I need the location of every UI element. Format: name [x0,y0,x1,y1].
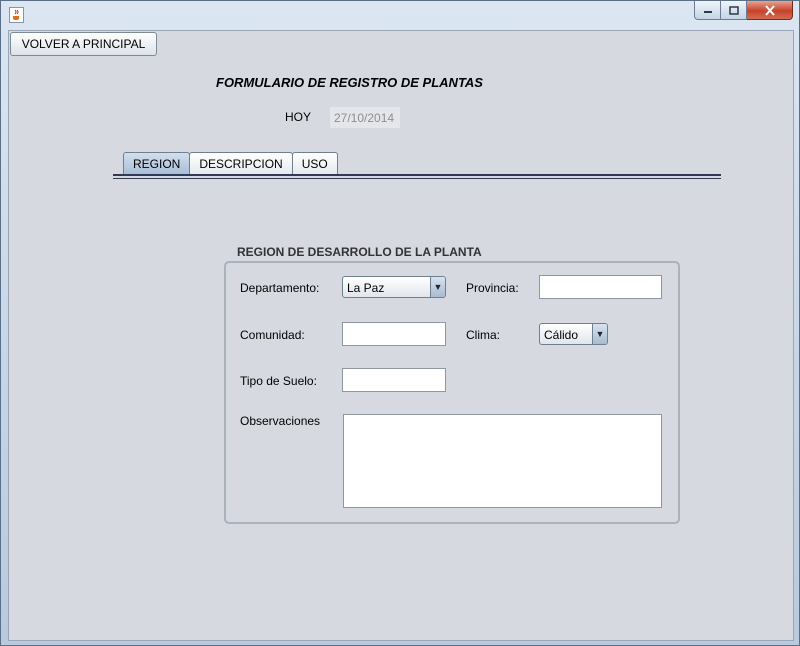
departamento-select[interactable]: La Paz ▼ [342,276,446,298]
observaciones-label: Observaciones [240,414,321,428]
minimize-icon [703,11,712,13]
back-to-main-button[interactable]: VOLVER A PRINCIPAL [10,32,157,56]
provincia-field[interactable] [539,275,662,299]
maximize-icon [728,5,739,15]
tipo-suelo-label: Tipo de Suelo: [240,374,317,388]
maximize-button[interactable] [721,1,747,20]
today-date-field: 27/10/2014 [330,107,400,128]
chevron-down-icon[interactable]: ▼ [592,324,607,344]
java-cup-icon[interactable] [9,7,24,23]
tab-bar: REGION DESCRIPCION USO [123,152,338,175]
today-label: HOY [285,110,312,124]
close-button[interactable] [747,1,793,20]
tipo-suelo-field[interactable] [342,368,446,392]
clima-selected-value: Cálido [544,328,579,342]
chevron-down-icon[interactable]: ▼ [430,277,445,297]
clima-label: Clima: [466,328,501,342]
tab-uso[interactable]: USO [291,152,338,175]
tab-descripcion[interactable]: DESCRIPCION [189,152,293,175]
close-icon [764,4,775,16]
title-bar[interactable] [1,1,799,29]
tab-divider-lower [113,178,721,179]
comunidad-field[interactable] [342,322,446,346]
clima-select[interactable]: Cálido ▼ [539,323,608,345]
tab-divider [113,174,721,176]
comunidad-label: Comunidad: [240,328,305,342]
provincia-label: Provincia: [466,281,519,295]
departamento-selected-value: La Paz [347,281,385,295]
tab-region[interactable]: REGION [123,152,191,175]
region-section-title: REGION DE DESARROLLO DE LA PLANTA [237,245,482,259]
minimize-button[interactable] [694,1,721,20]
observaciones-textarea[interactable] [343,414,662,508]
page-title: FORMULARIO DE REGISTRO DE PLANTAS [216,75,483,90]
departamento-label: Departamento: [240,281,320,295]
